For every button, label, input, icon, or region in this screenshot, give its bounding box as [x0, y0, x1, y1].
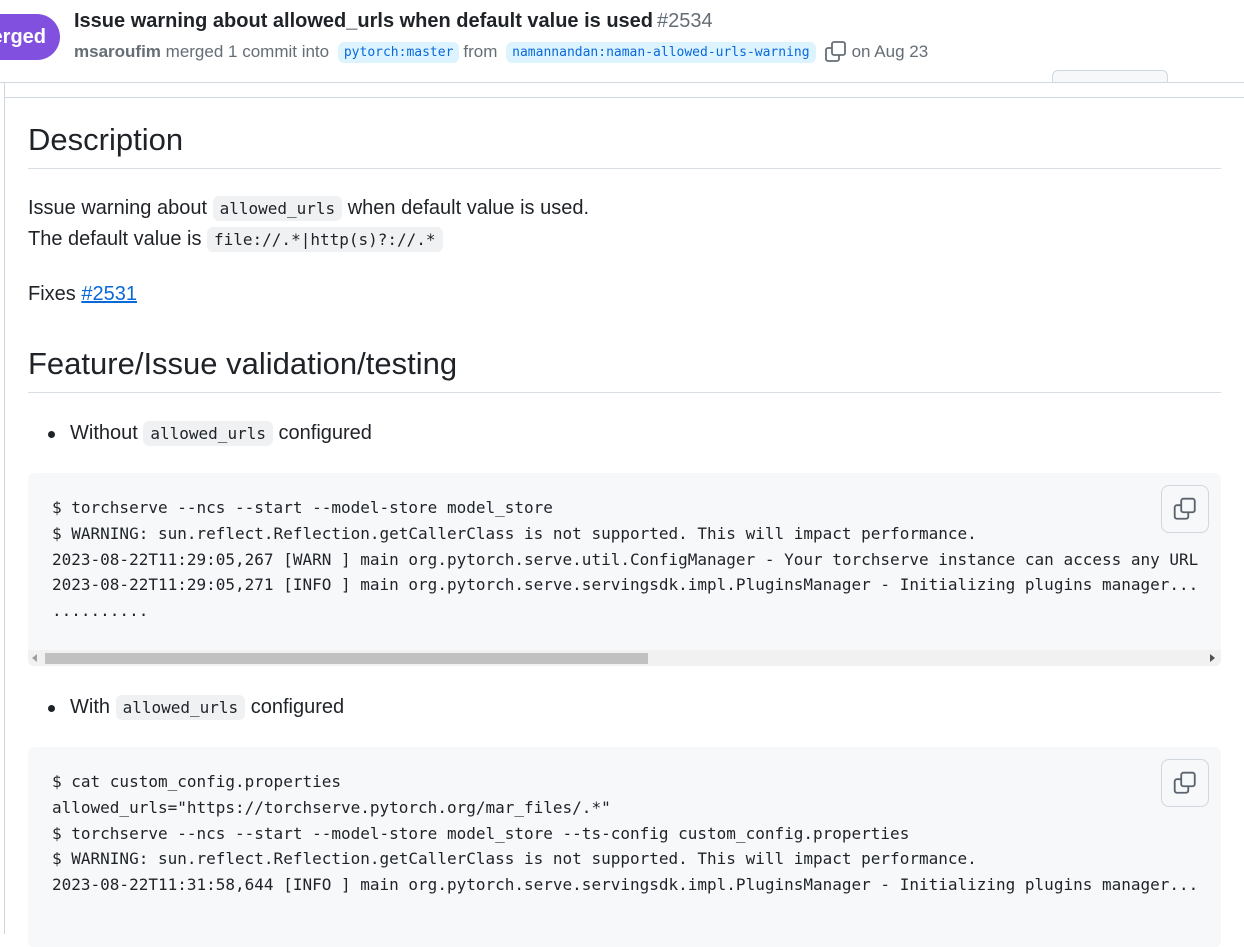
inline-code: allowed_urls: [143, 421, 273, 446]
description-heading: Description: [28, 122, 1221, 169]
bullet-dot: [48, 431, 55, 438]
fixes-label: Fixes: [28, 283, 76, 305]
code-line: $ torchserve --ncs --start --model-store…: [52, 823, 910, 843]
author-link[interactable]: msaroufim: [74, 42, 161, 62]
pr-title-text: Issue warning about allowed_urls when de…: [74, 10, 654, 32]
comment-box-border: [4, 82, 5, 934]
item-text: configured: [278, 422, 372, 444]
copy-icon: [824, 41, 846, 62]
code-line: 2023-08-22T11:31:58,644 [INFO ] main org…: [52, 875, 1199, 895]
pr-title: Issue warning about allowed_urls when de…: [74, 10, 713, 33]
pr-meta: msaroufim merged 1 commit into pytorch:m…: [74, 40, 928, 64]
code-line: $ cat custom_config.properties: [52, 772, 341, 791]
pr-sticky-header: Merged Issue warning about allowed_urls …: [0, 0, 1244, 83]
from-text: from: [463, 42, 498, 61]
horizontal-scrollbar[interactable]: [28, 650, 1221, 666]
desc-text: when default value is used.: [347, 197, 590, 219]
base-branch[interactable]: pytorch:master: [337, 41, 460, 63]
copy-icon: [1173, 771, 1196, 794]
item-text: With: [70, 696, 110, 718]
inline-code: allowed_urls: [212, 196, 343, 221]
item-text: Without: [70, 422, 138, 444]
desc-text: Issue warning about: [28, 197, 208, 219]
list-item: Without allowed_urls configured: [28, 418, 1221, 449]
head-branch[interactable]: namannandan:naman-allowed-urls-warning: [506, 41, 816, 63]
code-block-1-lines: $ torchserve --ncs --start --model-store…: [28, 473, 1221, 624]
merged-text: merged 1 commit into: [165, 42, 330, 61]
merge-date: on Aug 23: [851, 42, 929, 61]
code-line: $ torchserve --ncs --start --model-store…: [52, 498, 553, 517]
code-line: 2023-08-22T11:29:05,267 [WARN ] main org…: [52, 549, 1199, 569]
copy-code-button[interactable]: [1161, 485, 1209, 533]
issue-link[interactable]: #2531: [81, 283, 137, 305]
code-line: allowed_urls="https://torchserve.pytorch…: [52, 797, 611, 817]
fixes-line: Fixes #2531: [28, 279, 1221, 310]
scroll-right-icon[interactable]: [1210, 654, 1215, 662]
copy-branch-icon[interactable]: [824, 40, 848, 64]
list-item: With allowed_urls configured: [28, 692, 1221, 723]
pr-number: #2534: [657, 10, 713, 32]
bullet-list: With allowed_urls configured: [28, 692, 1221, 723]
code-block-2: $ cat custom_config.properties allowed_ur…: [28, 747, 1221, 947]
header-action-button[interactable]: [1052, 70, 1168, 82]
desc-text: The default value is: [28, 228, 202, 250]
merged-status-badge: Merged: [0, 14, 60, 60]
copy-icon: [1173, 497, 1196, 520]
code-line: ..........: [52, 601, 149, 621]
copy-code-button[interactable]: [1161, 759, 1209, 807]
scrollbar-thumb[interactable]: [45, 653, 648, 664]
code-line: 2023-08-22T11:29:05,271 [INFO ] main org…: [52, 575, 1199, 595]
inline-code: allowed_urls: [115, 695, 246, 720]
code-line: $ WARNING: sun.reflect.Reflection.getCal…: [52, 849, 977, 869]
pr-description-body: Description Issue warning about allowed_…: [28, 98, 1221, 947]
testing-heading: Feature/Issue validation/testing: [28, 346, 1221, 393]
inline-code: file://.*|http(s)?://.*: [207, 227, 443, 252]
code-line: $ WARNING: sun.reflect.Reflection.getCal…: [52, 523, 977, 543]
item-text: configured: [250, 696, 345, 718]
scroll-left-icon[interactable]: [32, 654, 37, 662]
description-line-1: Issue warning about allowed_urls when de…: [28, 193, 1221, 224]
code-block-2-lines: $ cat custom_config.properties allowed_ur…: [28, 747, 1221, 898]
merged-status-label: Merged: [0, 25, 46, 48]
code-block-1: $ torchserve --ncs --start --model-store…: [28, 473, 1221, 666]
description-line-2: The default value is file://.*|http(s)?:…: [28, 224, 1221, 255]
bullet-list: Without allowed_urls configured: [28, 418, 1221, 449]
bullet-dot: [48, 705, 55, 712]
